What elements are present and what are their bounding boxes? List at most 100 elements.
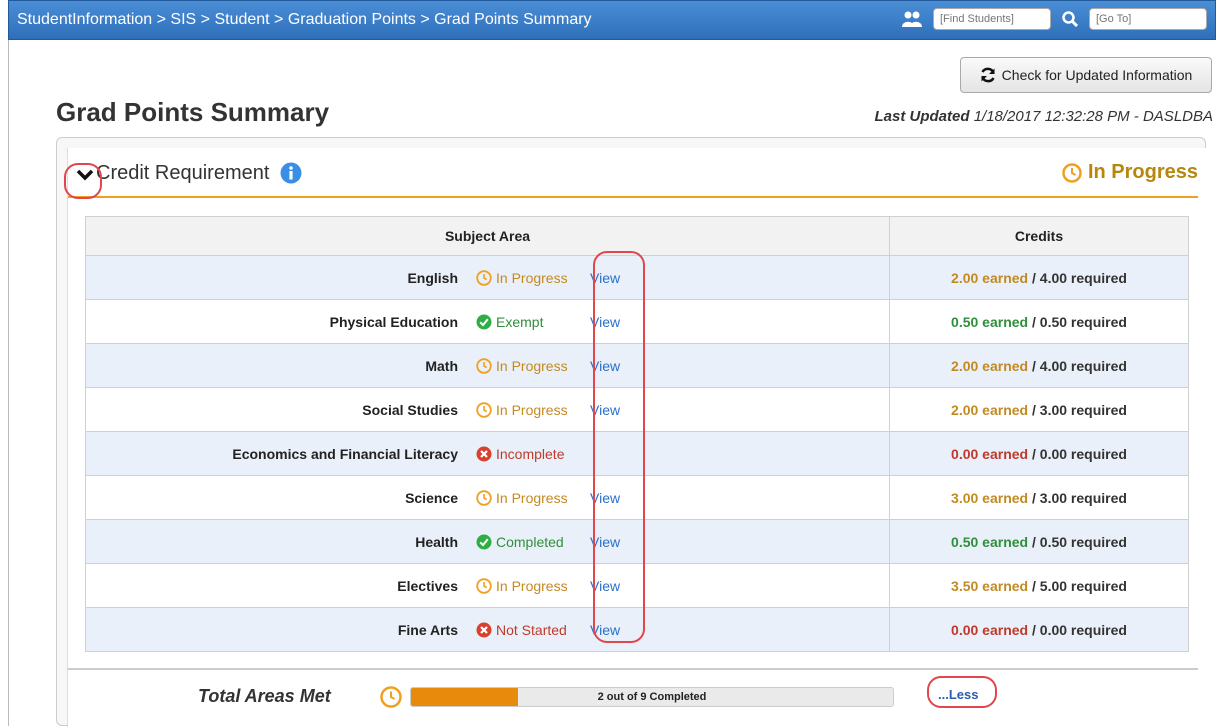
credits-cell: 0.00 earned / 0.00 required — [889, 607, 1189, 652]
subject-status-text: In Progress — [496, 357, 568, 374]
subject-name: Fine Arts — [397, 621, 458, 638]
clock-icon — [476, 357, 492, 374]
check-circle-icon — [476, 314, 492, 330]
subject-name: Social Studies — [362, 401, 458, 418]
last-updated-value: 1/18/2017 12:32:28 PM - DASLDBA — [973, 108, 1213, 125]
subject-name: Economics and Financial Literacy — [232, 445, 458, 462]
subject-status: In Progress — [476, 490, 576, 506]
credits-required: 3.00 required — [1039, 401, 1127, 418]
clock-icon — [476, 489, 492, 506]
subject-status-text: Incomplete — [496, 445, 565, 462]
subject-status-text: Not Started — [496, 621, 567, 638]
credits-separator: / — [1028, 357, 1040, 374]
clock-icon — [476, 269, 492, 286]
subject-cell: Economics and Financial Literacy Incomple… — [85, 431, 890, 476]
credits-required: 0.50 required — [1039, 313, 1127, 330]
check-circle-icon — [476, 534, 492, 550]
subject-cell: Math In Progress View — [85, 343, 890, 388]
table-row: Economics and Financial Literacy Incomple… — [85, 431, 1189, 476]
subject-status-text: In Progress — [496, 401, 568, 418]
search-icon[interactable] — [1061, 10, 1079, 28]
table-body: English In Progress View 2.00 earned / 4.00… — [85, 255, 1189, 652]
section-title: Credit Requirement — [96, 162, 270, 184]
info-icon[interactable] — [280, 162, 302, 184]
view-link[interactable]: View — [576, 534, 620, 550]
section-header: Credit Requirement In Progress — [68, 148, 1198, 198]
check-for-updates-button[interactable]: Check for Updated Information — [960, 57, 1212, 93]
credits-cell: 0.50 earned / 0.50 required — [889, 299, 1189, 344]
subject-status: In Progress — [476, 270, 576, 286]
credits-cell: 3.00 earned / 3.00 required — [889, 475, 1189, 520]
subject-cell: Science In Progress View — [85, 475, 890, 520]
credits-separator: / — [1028, 533, 1040, 550]
subject-name: Health — [415, 533, 458, 550]
view-link[interactable]: View — [576, 622, 620, 638]
credits-cell: 2.00 earned / 3.00 required — [889, 387, 1189, 432]
table-row: Electives In Progress View 3.50 earned / 5.… — [85, 563, 1189, 608]
view-link[interactable]: View — [576, 402, 620, 418]
subject-name: Math — [425, 357, 458, 374]
credits-earned: 3.50 earned — [951, 577, 1029, 594]
x-circle-icon — [476, 622, 492, 638]
subject-name: Physical Education — [329, 313, 458, 330]
table-row: Math In Progress View 2.00 earned / 4.00 re… — [85, 343, 1189, 388]
last-updated: Last Updated 1/18/2017 12:32:28 PM - DAS… — [875, 108, 1214, 125]
credits-earned: 0.00 earned — [951, 621, 1029, 638]
subject-cell: Electives In Progress View — [85, 563, 890, 608]
credits-cell: 0.00 earned / 0.00 required — [889, 431, 1189, 476]
credits-required: 5.00 required — [1039, 577, 1127, 594]
people-icon[interactable] — [901, 8, 923, 30]
credits-earned: 2.00 earned — [951, 401, 1029, 418]
credits-earned: 3.00 earned — [951, 489, 1029, 506]
credits-earned: 2.00 earned — [951, 269, 1029, 286]
credits-separator: / — [1028, 489, 1040, 506]
subject-status-text: Exempt — [496, 313, 544, 330]
credits-earned: 2.00 earned — [951, 357, 1029, 374]
credits-separator: / — [1028, 577, 1040, 594]
subject-status: In Progress — [476, 358, 576, 374]
table-row: Science In Progress View 3.00 earned / 3.00… — [85, 475, 1189, 520]
page-title: Grad Points Summary — [56, 97, 330, 127]
clock-icon — [476, 401, 492, 418]
areas-met-progress-bar: 2 out of 9 Completed — [410, 687, 894, 707]
footer-divider — [68, 668, 1198, 670]
subject-cell: Social Studies In Progress View — [85, 387, 890, 432]
credits-required: 4.00 required — [1039, 357, 1127, 374]
subject-status: Incomplete — [476, 446, 576, 462]
credits-required: 0.00 required — [1039, 621, 1127, 638]
breadcrumb[interactable]: StudentInformation > SIS > Student > Gra… — [9, 11, 592, 29]
subject-status: In Progress — [476, 578, 576, 594]
subject-status-text: In Progress — [496, 577, 568, 594]
view-link[interactable]: View — [576, 270, 620, 286]
subject-status-text: In Progress — [496, 489, 568, 506]
clock-icon — [380, 686, 402, 708]
go-to-input[interactable] — [1089, 8, 1207, 30]
subject-status: Exempt — [476, 314, 576, 330]
column-header-subject: Subject Area — [85, 216, 890, 256]
table-row: English In Progress View 2.00 earned / 4.00… — [85, 255, 1189, 300]
subject-status: Completed — [476, 534, 576, 550]
clock-icon — [1062, 162, 1082, 183]
column-header-credits: Credits — [889, 216, 1189, 256]
topbar-tools — [901, 8, 1207, 30]
view-link[interactable]: View — [576, 578, 620, 594]
credits-earned: 0.00 earned — [951, 445, 1029, 462]
show-less-link[interactable]: ...Less — [938, 687, 978, 702]
last-updated-label: Last Updated — [874, 108, 970, 125]
credits-required: 0.00 required — [1039, 445, 1127, 462]
find-students-input[interactable] — [933, 8, 1051, 30]
subject-status-text: Completed — [496, 533, 564, 550]
view-link[interactable]: View — [576, 314, 620, 330]
top-navigation-bar: StudentInformation > SIS > Student > Gra… — [8, 0, 1216, 40]
view-link[interactable]: View — [576, 490, 620, 506]
subject-status: In Progress — [476, 402, 576, 418]
credits-required: 3.00 required — [1039, 489, 1127, 506]
table-row: Physical Education Exempt View 0.50 earned … — [85, 299, 1189, 344]
subject-cell: Fine Arts Not Started View — [85, 607, 890, 652]
credits-separator: / — [1028, 313, 1040, 330]
view-link[interactable]: View — [576, 358, 620, 374]
progress-text: 2 out of 9 Completed — [597, 691, 707, 703]
subject-cell: English In Progress View — [85, 255, 890, 300]
credits-separator: / — [1028, 621, 1040, 638]
x-circle-icon — [476, 446, 492, 462]
